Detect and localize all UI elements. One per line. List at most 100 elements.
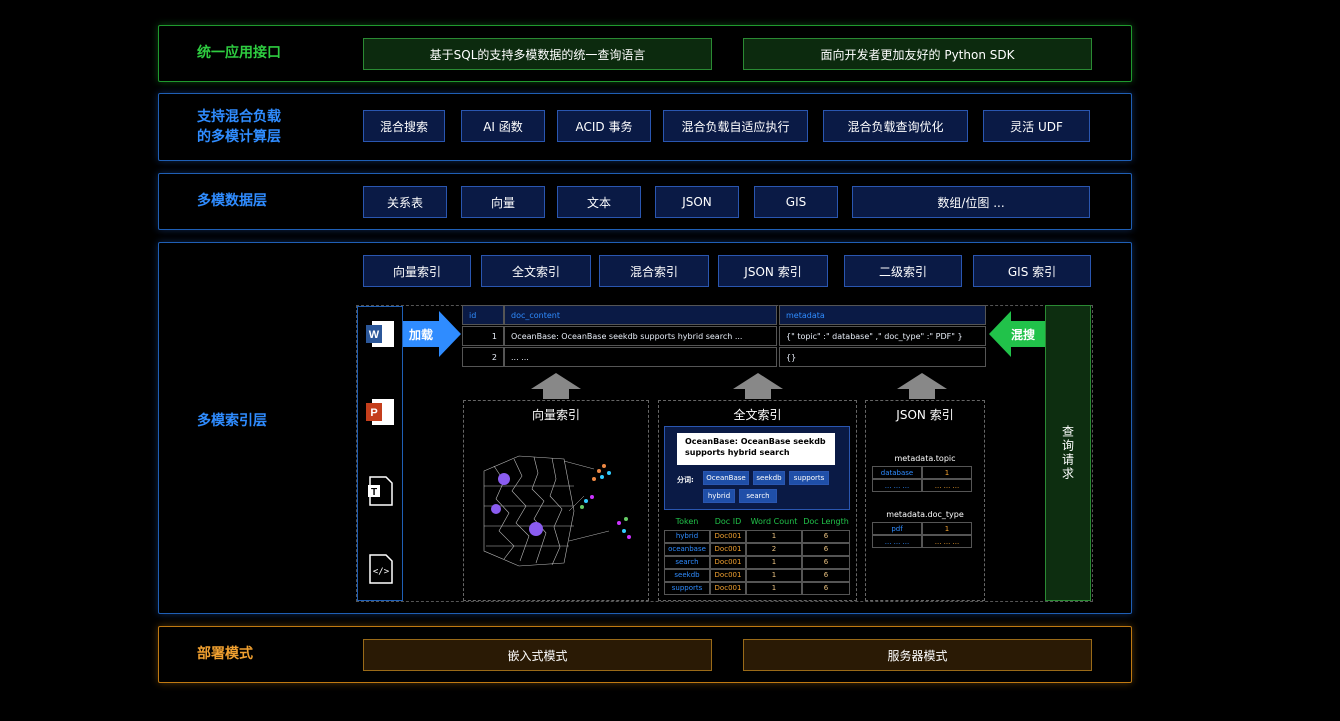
compute-item: ACID 事务 bbox=[557, 110, 651, 142]
token-chip: seekdb bbox=[753, 471, 785, 485]
token-table-header: Doc Length bbox=[803, 517, 849, 526]
token-table-cell: supports bbox=[664, 582, 710, 595]
compute-layer: 支持混合负载 的多模计算层 混合搜索 AI 函数 ACID 事务 混合负载自适应… bbox=[158, 93, 1132, 161]
deploy-item-embedded: 嵌入式模式 bbox=[363, 639, 712, 671]
vector-index-panel: 向量索引 bbox=[463, 400, 649, 601]
token-table-cell: Doc001 bbox=[710, 543, 746, 556]
index-layer: 多模索引层 向量索引 全文索引 混合索引 JSON 索引 二级索引 GIS 索引… bbox=[158, 242, 1132, 614]
fulltext-panel-title: 全文索引 bbox=[733, 408, 782, 422]
index-item: 向量索引 bbox=[363, 255, 471, 287]
token-table-cell: 6 bbox=[802, 569, 850, 582]
token-table-cell: 1 bbox=[746, 556, 802, 569]
token-table-cell: 1 bbox=[746, 569, 802, 582]
api-item-sql: 基于SQL的支持多模数据的统一查询语言 bbox=[363, 38, 712, 70]
token-chip: OceanBase bbox=[703, 471, 749, 485]
json-doctype-label: metadata.doc_type bbox=[886, 510, 964, 519]
tokenize-box: OceanBase: OceanBase seekdb supports hyb… bbox=[664, 426, 850, 510]
token-table-cell: Doc001 bbox=[710, 530, 746, 543]
token-table-cell: Doc001 bbox=[710, 556, 746, 569]
table-cell: 1 bbox=[462, 326, 504, 346]
index-item: JSON 索引 bbox=[718, 255, 828, 287]
compute-item: 混合搜索 bbox=[363, 110, 445, 142]
table-header: metadata bbox=[779, 305, 986, 325]
token-chip: search bbox=[739, 489, 777, 503]
token-table: Token Doc ID Word Count Doc Length hybrid Doc… bbox=[664, 517, 850, 597]
compute-layer-title-1: 支持混合负载 bbox=[197, 109, 281, 125]
api-layer: 统一应用接口 基于SQL的支持多模数据的统一查询语言 面向开发者更加友好的 Py… bbox=[158, 25, 1132, 82]
data-item: 向量 bbox=[461, 186, 545, 218]
query-request-label: 查询请求 bbox=[1060, 425, 1075, 481]
doc-table: id doc_content metadata 1 OceanBase: Oce… bbox=[462, 305, 986, 367]
compute-layer-title-2: 的多模计算层 bbox=[197, 129, 281, 145]
token-table-cell: 2 bbox=[746, 543, 802, 556]
data-item: JSON bbox=[655, 186, 739, 218]
table-cell: OceanBase: OceanBase seekdb supports hyb… bbox=[504, 326, 777, 346]
token-table-cell: search bbox=[664, 556, 710, 569]
data-item: 数组/位图 ... bbox=[852, 186, 1090, 218]
deploy-item-server: 服务器模式 bbox=[743, 639, 1092, 671]
doc-text: OceanBase: OceanBase seekdb supports hyb… bbox=[677, 433, 835, 465]
index-item: GIS 索引 bbox=[973, 255, 1091, 287]
deploy-layer-title: 部署模式 bbox=[197, 646, 253, 662]
compute-item: 混合负载查询优化 bbox=[823, 110, 968, 142]
token-table-cell: seekdb bbox=[664, 569, 710, 582]
svg-text:T: T bbox=[371, 487, 377, 498]
up-arrow-icon bbox=[897, 373, 947, 399]
data-layer: 多模数据层 关系表 向量 文本 JSON GIS 数组/位图 ... bbox=[158, 173, 1132, 230]
tokenize-label: 分词: bbox=[677, 476, 694, 484]
text-file-icon: T bbox=[368, 476, 393, 506]
token-table-cell: 1 bbox=[746, 530, 802, 543]
file-icons: W P T </> bbox=[366, 321, 394, 584]
json-index-panel: JSON 索引 metadata.topic database 1 ... ..… bbox=[865, 400, 985, 601]
hybrid-label: 混搜 bbox=[1011, 328, 1036, 342]
token-table-cell: 1 bbox=[746, 582, 802, 595]
table-cell: 2 bbox=[462, 347, 504, 367]
vector-panel-title: 向量索引 bbox=[531, 408, 580, 422]
json-doctype-cell: pdf bbox=[872, 522, 922, 535]
token-table-cell: Doc001 bbox=[710, 582, 746, 595]
token-table-cell: oceanbase bbox=[664, 543, 710, 556]
compute-item: AI 函数 bbox=[461, 110, 545, 142]
token-table-header: Word Count bbox=[750, 517, 798, 526]
api-item-sdk: 面向开发者更加友好的 Python SDK bbox=[743, 38, 1092, 70]
word-icon: W bbox=[366, 321, 394, 347]
index-item: 二级索引 bbox=[844, 255, 962, 287]
query-request-column: 查询请求 bbox=[1045, 305, 1091, 601]
token-chip: hybrid bbox=[703, 489, 735, 503]
json-doctype-cell: ... ... ... bbox=[872, 535, 922, 548]
json-doctype-cell: 1 bbox=[922, 522, 972, 535]
deploy-layer: 部署模式 嵌入式模式 服务器模式 bbox=[158, 626, 1132, 683]
token-table-cell: hybrid bbox=[664, 530, 710, 543]
token-table-cell: Doc001 bbox=[710, 569, 746, 582]
token-chip: supports bbox=[789, 471, 829, 485]
up-arrow-icon bbox=[531, 373, 581, 399]
table-cell: {} bbox=[779, 347, 986, 367]
powerpoint-icon: P bbox=[366, 399, 394, 425]
data-item: 关系表 bbox=[363, 186, 447, 218]
token-table-cell: 6 bbox=[802, 530, 850, 543]
compute-item: 混合负载自适应执行 bbox=[663, 110, 808, 142]
token-table-header: Token bbox=[675, 517, 699, 526]
data-item: GIS bbox=[754, 186, 838, 218]
file-sources: W P T </> bbox=[357, 306, 403, 601]
table-cell: ... ... bbox=[504, 347, 777, 367]
json-topic-label: metadata.topic bbox=[894, 454, 956, 463]
index-item: 混合索引 bbox=[599, 255, 709, 287]
svg-text:W: W bbox=[369, 329, 380, 341]
data-layer-title: 多模数据层 bbox=[197, 193, 267, 209]
json-doctype-cell: ... ... ... bbox=[922, 535, 972, 548]
vector-graph-illustration bbox=[483, 455, 631, 567]
index-item: 全文索引 bbox=[481, 255, 591, 287]
json-topic-cell: ... ... ... bbox=[922, 479, 972, 492]
fulltext-index-panel: 全文索引 OceanBase: OceanBase seekdb support… bbox=[658, 400, 857, 601]
load-label: 加载 bbox=[409, 328, 434, 342]
token-table-cell: 6 bbox=[802, 556, 850, 569]
table-cell: {" topic" :" database" ," doc_type" :" P… bbox=[779, 326, 986, 346]
token-table-header: Doc ID bbox=[714, 517, 742, 526]
json-topic-cell: 1 bbox=[922, 466, 972, 479]
json-topic-cell: database bbox=[872, 466, 922, 479]
compute-item: 灵活 UDF bbox=[983, 110, 1090, 142]
token-table-cell: 6 bbox=[802, 543, 850, 556]
svg-text:P: P bbox=[370, 407, 377, 419]
json-panel-title: JSON 索引 bbox=[896, 408, 954, 422]
